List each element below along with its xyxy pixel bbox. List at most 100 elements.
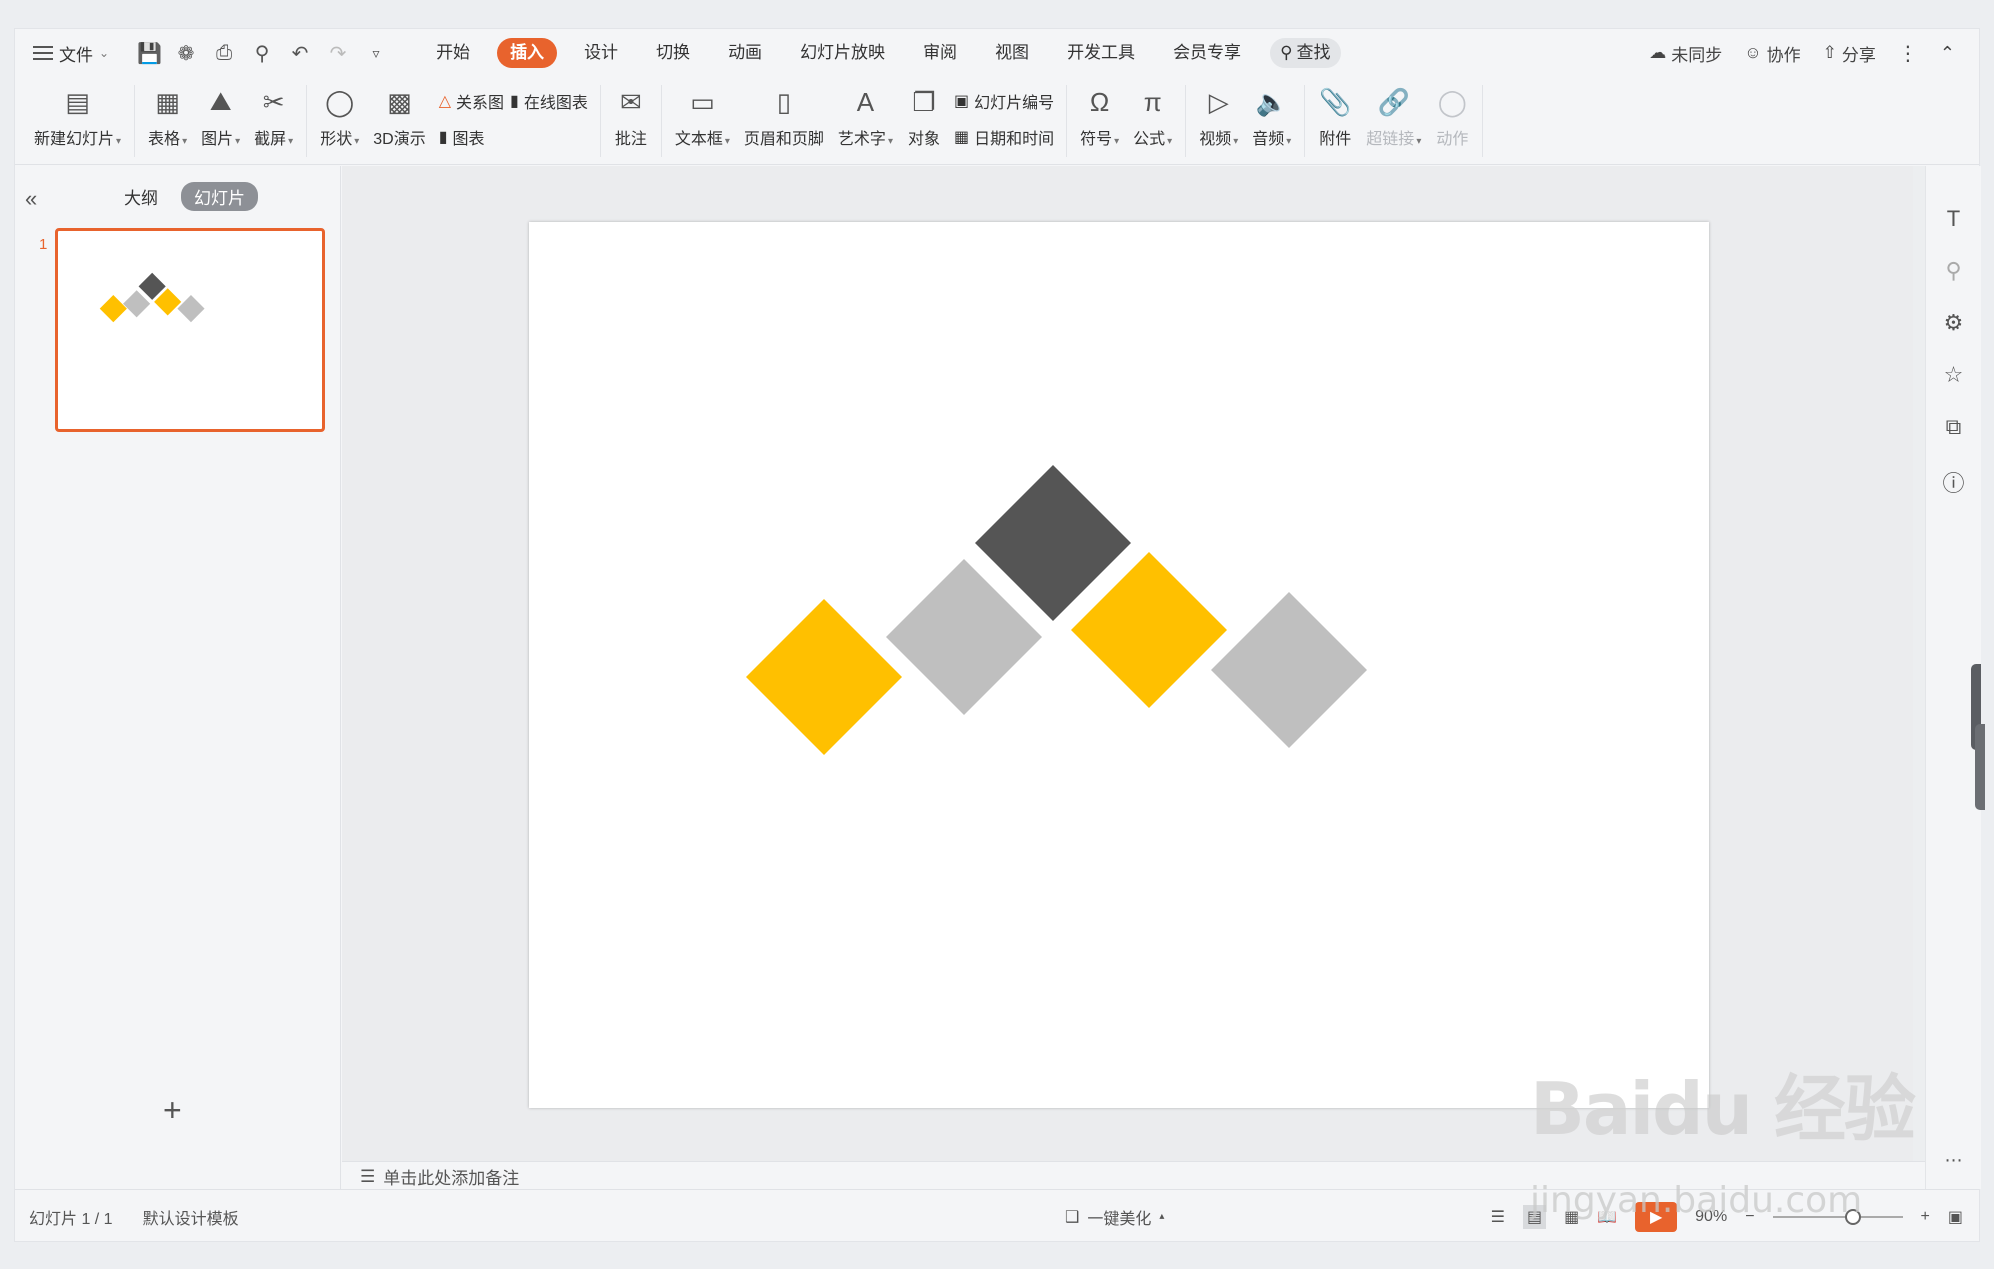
3d-demo-button[interactable]: ▩ 3D演示 — [366, 77, 432, 149]
mouse-icon: ◯ — [1437, 86, 1467, 117]
shape-button[interactable]: ◯ 形状 ▾ — [313, 77, 366, 149]
save-icon[interactable]: 💾 — [137, 41, 162, 66]
template-name[interactable]: 默认设计模板 — [143, 1205, 239, 1229]
table-button[interactable]: ▦ 表格 ▾ — [141, 77, 194, 149]
more-vertical-icon[interactable]: ⋮ — [1898, 41, 1918, 66]
dropdown-caret-icon: ▾ — [1114, 136, 1120, 147]
attachment-button[interactable]: 📎 附件 — [1311, 77, 1359, 149]
slide-number-label: 幻灯片编号 — [974, 95, 1055, 112]
notes-toggle-icon[interactable]: ☰ — [1491, 1207, 1505, 1227]
tab-home[interactable]: 开始 — [417, 38, 489, 68]
slide-thumbnail[interactable] — [55, 228, 325, 432]
tab-review[interactable]: 审阅 — [904, 38, 976, 68]
action-label: 动作 — [1436, 131, 1469, 148]
notes-placeholder[interactable]: 单击此处添加备注 — [383, 1164, 519, 1189]
online-chart-label: 在线图表 — [523, 95, 588, 112]
undo-icon[interactable]: ↶ — [289, 41, 311, 66]
speaker-icon: 🔈 — [1255, 86, 1288, 117]
share-button[interactable]: ⇧ 分享 — [1823, 41, 1876, 66]
text-format-icon[interactable]: T — [1947, 206, 1960, 232]
formula-button[interactable]: π 公式 ▾ — [1126, 77, 1179, 149]
video-button[interactable]: ▷ 视频 ▾ — [1192, 77, 1245, 149]
help-icon[interactable]: ⓘ — [1942, 466, 1964, 498]
side-panel-handle[interactable] — [1975, 724, 1985, 810]
date-time-button[interactable]: ▦ 日期和时间 — [954, 125, 1054, 149]
ribbon-divider — [134, 85, 136, 157]
collapse-panel-icon[interactable]: « — [25, 186, 37, 212]
beautify-label: 一键美化 — [1087, 1210, 1152, 1228]
menu-bar: 文件 ⌄ 💾 ❁ ⎙ ⚲ ↶ ↷ ▿ 开始 插入 设计 切换 动画 幻灯片放映 … — [15, 29, 1979, 77]
picture-button[interactable]: ⛰ 图片 ▾ — [194, 77, 247, 149]
collab-button[interactable]: ☺ 协作 — [1744, 41, 1800, 66]
hamburger-icon[interactable] — [33, 46, 53, 60]
online-chart-button[interactable]: ▮ 在线图表 — [510, 89, 588, 113]
print-icon[interactable]: ⎙ — [213, 42, 235, 65]
sync-button[interactable]: ☁ 未同步 — [1649, 41, 1722, 66]
tab-member[interactable]: 会员专享 — [1154, 38, 1260, 68]
slide-panel: « 大纲 幻灯片 1 + — [15, 166, 341, 1189]
star-icon[interactable]: ☆ — [1944, 362, 1964, 388]
quick-access-toolbar: 💾 ❁ ⎙ ⚲ ↶ ↷ ▿ — [137, 41, 387, 66]
tab-design[interactable]: 设计 — [565, 38, 637, 68]
comment-button[interactable]: ✉ 批注 — [607, 77, 655, 149]
redo-icon[interactable]: ↷ — [327, 41, 349, 66]
zoom-in-icon[interactable]: + — [1921, 1208, 1930, 1226]
object-icon: ❐ — [912, 86, 936, 117]
chart-icon: ▮ — [438, 129, 448, 146]
fit-window-icon[interactable]: ▣ — [1948, 1207, 1963, 1227]
tab-outline[interactable]: 大纲 — [111, 182, 171, 211]
shape-label: 形状 — [320, 131, 353, 148]
link-icon: 🔗 — [1377, 86, 1410, 117]
action-button[interactable]: ◯ 动作 — [1428, 77, 1476, 149]
hyperlink-button[interactable]: 🔗 超链接 ▾ — [1359, 77, 1428, 149]
lightbulb-icon[interactable]: ⚲ — [1945, 258, 1961, 284]
more-horizontal-icon[interactable]: ⋯ — [1945, 1150, 1963, 1171]
tab-slides[interactable]: 幻灯片 — [181, 182, 258, 211]
object-label: 对象 — [907, 131, 940, 148]
print-preview-icon[interactable]: ⚲ — [251, 41, 273, 66]
new-slide-button[interactable]: ▤ 新建幻灯片 ▾ — [27, 77, 128, 149]
status-left: 幻灯片 1 / 1 默认设计模板 — [29, 1205, 239, 1229]
format-painter-icon[interactable]: ❁ — [175, 41, 197, 66]
add-slide-icon[interactable]: + — [163, 1092, 182, 1129]
chart-button[interactable]: ▮ 图表 — [439, 125, 504, 149]
calendar-icon: ▦ — [953, 129, 970, 146]
screenshot-button[interactable]: ✂ 截屏 ▾ — [247, 77, 300, 149]
object-button[interactable]: ❐ 对象 — [900, 77, 948, 149]
file-menu-label[interactable]: 文件 — [59, 41, 93, 66]
online-chart-icon: ▮ — [510, 93, 519, 110]
table-icon: ▦ — [155, 86, 180, 117]
symbol-button[interactable]: Ω 符号 ▾ — [1073, 77, 1126, 149]
shapes-icon: ◯ — [325, 86, 355, 117]
textbox-button[interactable]: ▭ 文本框 ▾ — [668, 77, 737, 149]
collapse-ribbon-icon[interactable]: ⌃ — [1940, 43, 1955, 64]
tab-developer[interactable]: 开发工具 — [1048, 38, 1154, 68]
paperclip-icon: 📎 — [1319, 86, 1352, 117]
gray-diamond-right[interactable] — [1211, 592, 1367, 748]
search-button[interactable]: ⚲ 查找 — [1270, 38, 1341, 68]
audio-button[interactable]: 🔈 音频 ▾ — [1245, 77, 1298, 149]
yellow-diamond-left[interactable] — [746, 599, 902, 755]
slide-thumb-index: 1 — [39, 236, 48, 253]
tab-view[interactable]: 视图 — [976, 38, 1048, 68]
wordart-button[interactable]: A 艺术字 ▾ — [831, 77, 900, 149]
vertical-scrollbar[interactable] — [1913, 166, 1925, 1161]
settings-sliders-icon[interactable]: ⚙ — [1944, 310, 1964, 336]
tab-transition[interactable]: 切换 — [637, 38, 709, 68]
relation-button[interactable]: △ 关系图 — [439, 89, 504, 113]
beautify-button[interactable]: ❑ 一键美化 ▴ — [1065, 1205, 1164, 1229]
slide-count: 幻灯片 1 / 1 — [29, 1210, 113, 1228]
tab-slideshow[interactable]: 幻灯片放映 — [781, 38, 904, 68]
notes-icon: ☰ — [360, 1166, 376, 1186]
header-footer-button[interactable]: ▯ 页眉和页脚 — [737, 77, 831, 149]
file-menu[interactable]: 文件 ⌄ — [33, 41, 109, 66]
dropdown-caret-icon: ▾ — [1416, 136, 1422, 147]
tab-insert[interactable]: 插入 — [497, 38, 558, 68]
slide-canvas[interactable] — [529, 222, 1709, 1108]
formula-label: 公式 — [1133, 131, 1166, 148]
tab-animation[interactable]: 动画 — [709, 38, 781, 68]
transition-icon[interactable]: ⧉ — [1946, 414, 1962, 440]
slide-number-button[interactable]: ▣ 幻灯片编号 — [954, 89, 1054, 113]
customize-icon[interactable]: ▿ — [365, 45, 387, 62]
online-chart-group: ▮ 在线图表 — [510, 77, 594, 113]
